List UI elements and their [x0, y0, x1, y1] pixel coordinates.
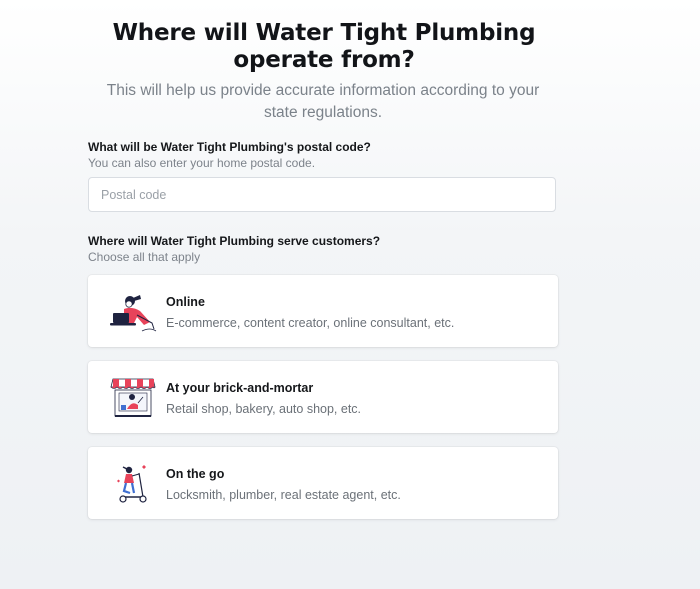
option-online-description: E-commerce, content creator, online cons… — [166, 316, 455, 330]
option-on-the-go-card[interactable]: On the go Locksmith, plumber, real estat… — [88, 447, 558, 519]
page-title-line-1: Where will Water Tight Plumbing — [112, 20, 536, 46]
page-title: Where will Water Tight Plumbing operate … — [0, 20, 648, 74]
option-on-the-go-title: On the go — [166, 467, 225, 481]
postal-code-input[interactable] — [88, 177, 556, 212]
page-subtitle-line-2: state regulations. — [263, 104, 383, 121]
postal-code-question-label: What will be Water Tight Plumbing's post… — [88, 140, 371, 154]
serve-customers-hint: Choose all that apply — [88, 250, 201, 264]
option-brick-and-mortar-card[interactable]: At your brick-and-mortar Retail shop, ba… — [88, 361, 558, 433]
page-subtitle: This will help us provide accurate infor… — [88, 80, 558, 124]
page-title-line-2: operate from? — [233, 47, 415, 73]
storefront-icon — [110, 378, 156, 417]
page-subtitle-line-1: This will help us provide accurate infor… — [106, 82, 540, 99]
option-online-card[interactable]: Online E-commerce, content creator, onli… — [88, 275, 558, 347]
laptop-person-icon — [110, 295, 157, 332]
option-brick-and-mortar-description: Retail shop, bakery, auto shop, etc. — [166, 402, 362, 416]
scooter-person-icon — [117, 465, 147, 503]
serve-customers-question-label: Where will Water Tight Plumbing serve cu… — [88, 234, 381, 248]
option-on-the-go-description: Locksmith, plumber, real estate agent, e… — [166, 488, 401, 502]
option-online-title: Online — [166, 295, 205, 309]
option-brick-and-mortar-title: At your brick-and-mortar — [166, 381, 314, 395]
postal-code-hint: You can also enter your home postal code… — [88, 156, 316, 170]
